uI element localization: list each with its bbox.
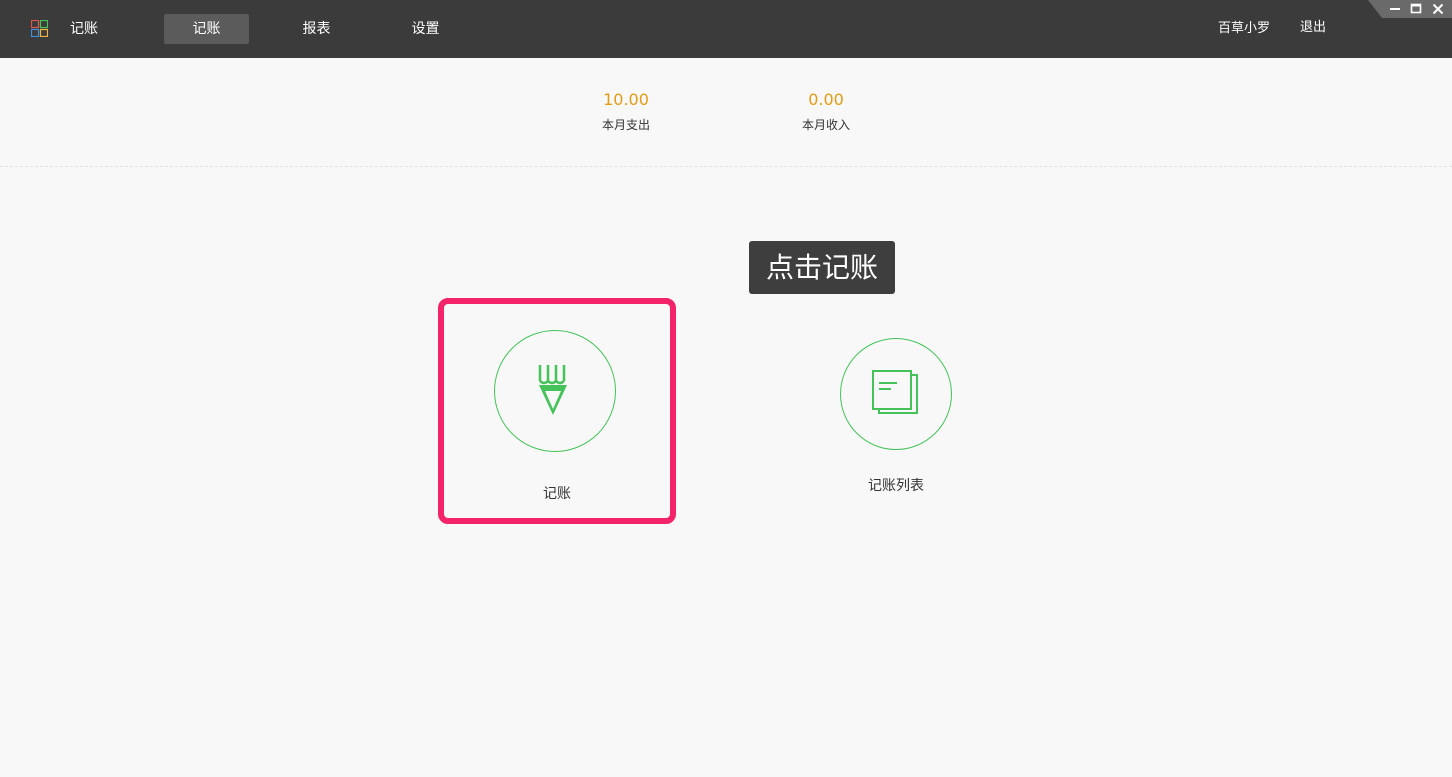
- tooltip: 点击记账: [749, 241, 895, 294]
- document-list-icon: [872, 370, 918, 414]
- app-title: 记账: [70, 21, 98, 37]
- record-list-circle: [840, 338, 952, 450]
- maximize-icon[interactable]: [1407, 1, 1425, 17]
- record-list-button[interactable]: 记账列表: [830, 330, 962, 500]
- monthly-income: 0.00 本月收入: [766, 88, 886, 134]
- minimize-icon[interactable]: [1386, 1, 1404, 17]
- app-window: 记账 记账 报表 设置 百草小罗 退出 10.00 本月支出 0.00 本月收入: [0, 0, 1452, 777]
- tab-record[interactable]: 记账: [164, 14, 249, 44]
- monthly-expense: 10.00 本月支出: [566, 88, 686, 134]
- app-logo-icon: [31, 20, 48, 37]
- user-name[interactable]: 百草小罗: [1218, 19, 1270, 39]
- tab-reports[interactable]: 报表: [274, 14, 359, 44]
- record-list-label: 记账列表: [868, 478, 924, 494]
- record-circle: [494, 330, 616, 452]
- divider: [0, 166, 1452, 167]
- record-label: 记账: [543, 486, 571, 502]
- window-controls: [1368, 0, 1452, 18]
- income-label: 本月收入: [801, 118, 850, 132]
- record-button[interactable]: 记账: [438, 298, 676, 524]
- expense-label: 本月支出: [601, 118, 650, 132]
- expense-amount: 10.00: [603, 90, 649, 109]
- close-icon[interactable]: [1429, 1, 1447, 17]
- logout-link[interactable]: 退出: [1300, 18, 1326, 38]
- top-bar: 记账 记账 报表 设置 百草小罗 退出: [0, 0, 1452, 58]
- pencil-icon: [538, 365, 567, 415]
- income-amount: 0.00: [808, 90, 844, 109]
- tab-settings[interactable]: 设置: [383, 14, 468, 44]
